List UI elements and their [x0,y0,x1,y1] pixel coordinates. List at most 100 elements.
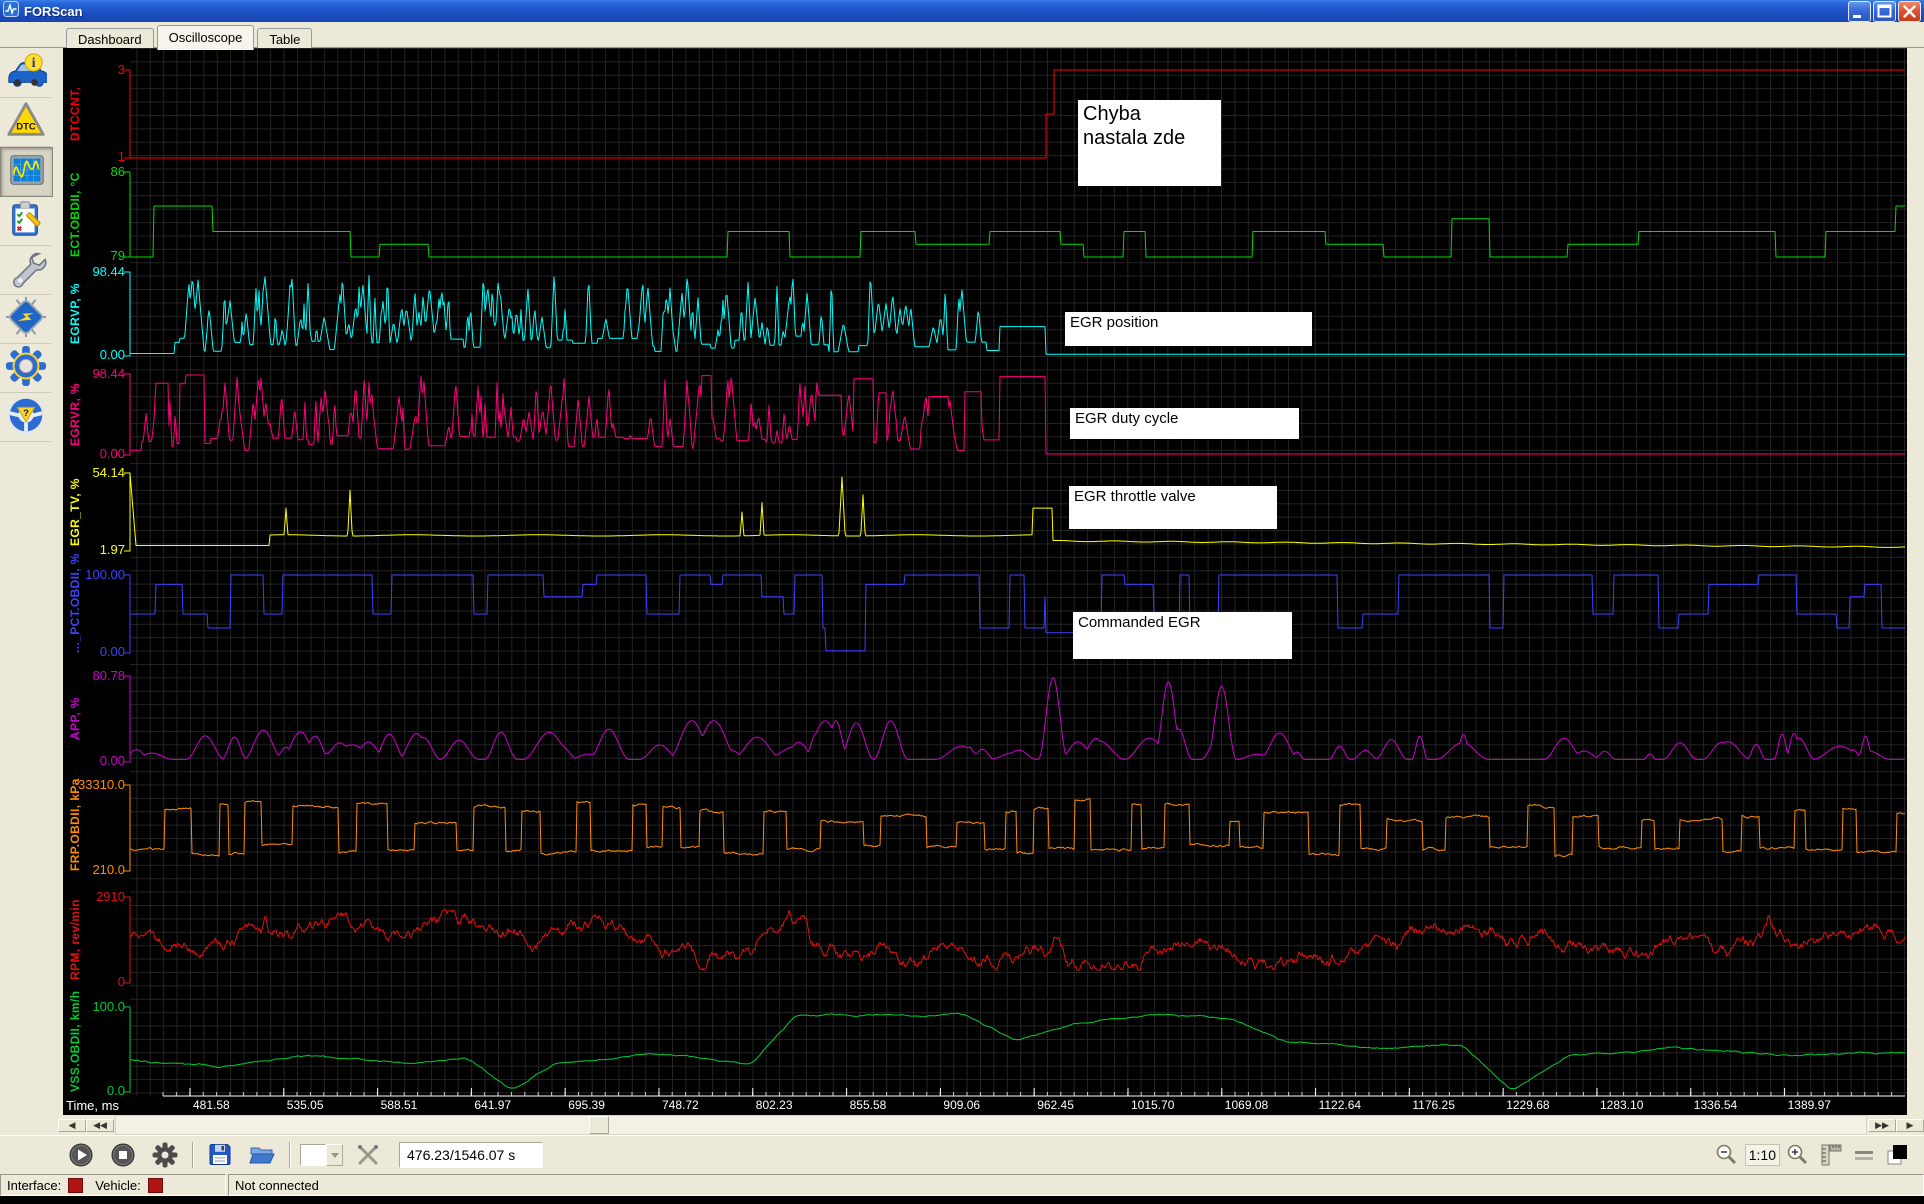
marker-combo[interactable] [300,1144,343,1166]
minimize-button[interactable] [1848,1,1871,22]
channel-scale-max: 80.78 [63,668,125,683]
zoom-ratio-label: 1:10 [1745,1144,1780,1166]
annotation-box[interactable]: Chyba nastala zde [1078,100,1221,186]
channel-name-label: EGRVR, % [65,374,85,455]
toolbar-separator [289,1142,290,1168]
channel-scale-min: 79 [63,248,125,263]
scroll-right-button-0[interactable]: ▶▶ [1868,1119,1896,1132]
toolbar-separator [192,1142,193,1168]
channel-name-label: RPM, rev/min [65,897,85,983]
scroll-left-button-1[interactable]: ◀◀ [86,1119,114,1132]
channel-name-label: EGRVP, % [65,272,85,356]
close-button[interactable] [1898,1,1921,22]
interface-label: Interface: [7,1178,61,1193]
vehicle-label: Vehicle: [95,1178,141,1193]
forscan-window: FORScan DashboardOscilloscopeTable i DTC?… [0,0,1924,1204]
fullscreen-button[interactable] [1882,1139,1912,1171]
annotation-box[interactable]: EGR throttle valve [1069,486,1277,529]
vehicle-indicator [148,1178,163,1193]
channel-scale-min: 210.0 [63,862,125,877]
time-tick-label: 802.23 [756,1098,793,1112]
stop-button[interactable] [102,1139,144,1171]
annotation-box[interactable]: EGR duty cycle [1070,408,1299,439]
sidebar-button-oscilloscope[interactable] [0,147,53,197]
channel-scale-min: 0.00 [63,347,125,362]
sidebar-button-dtc[interactable]: DTC [0,98,51,147]
channel-name-label: APP, % [65,676,85,762]
right-padding [1907,48,1924,1115]
ruler-button[interactable] [1816,1139,1846,1171]
measure-button[interactable] [347,1139,389,1171]
tab-dashboard[interactable]: Dashboard [66,28,154,50]
channel-name-label: ..._PCT.OBDII, % [65,575,85,653]
scroll-right-button-1[interactable]: ▶ [1896,1119,1924,1132]
time-tick-label: 1389.97 [1788,1098,1831,1112]
svg-text:?: ? [23,407,29,418]
play-button[interactable] [60,1139,102,1171]
channel-scale-max: 2910 [63,889,125,904]
sidebar-button-tests[interactable] [0,197,51,246]
channel-scale-min: 0.00 [63,644,125,659]
time-tick-label: 855.58 [850,1098,887,1112]
time-tick-label: 1283.10 [1600,1098,1643,1112]
lines-button[interactable] [1849,1139,1879,1171]
tests-icon [5,198,47,245]
channel-scale-min: 0.0 [63,1083,125,1098]
time-tick-label: 1176.25 [1412,1098,1455,1112]
annotation-box[interactable]: EGR position [1065,312,1312,346]
channel-scale-max: 98.44 [63,264,125,279]
help-icon: ? [5,394,47,441]
sidebar-button-service[interactable] [0,246,51,295]
time-tick-label: 695.39 [568,1098,605,1112]
settings-icon [5,345,47,392]
oscilloscope-toolbar: 476.23/1546.07 s 1:10 [0,1135,1924,1173]
open-button[interactable] [241,1139,283,1171]
svg-text:i: i [31,55,35,70]
sidebar-button-configuration[interactable] [0,295,51,344]
status-bar: Interface: Vehicle: Not connected [0,1173,1924,1196]
channel-scale-min: 1 [63,149,125,164]
configuration-icon [5,296,47,343]
vehicle-info-icon: i [5,50,47,97]
time-tick-label: 1069.08 [1225,1098,1268,1112]
annotation-box[interactable]: Commanded EGR [1073,612,1292,659]
sidebar-button-vehicle-info[interactable]: i [0,49,51,98]
time-tick-label: 909.06 [943,1098,980,1112]
channel-scale-max: 86 [63,164,125,179]
scrollbar-thumb[interactable] [589,1116,609,1134]
oscilloscope-plot[interactable]: Time, ms DTCCNT,31ECT.OBDII, °C8679EGRVP… [63,48,1907,1115]
plot-overlay: Time, ms DTCCNT,31ECT.OBDII, °C8679EGRVP… [63,48,1907,1115]
channel-scale-min: 0.00 [63,753,125,768]
channel-scale-min: 0.00 [63,446,125,461]
sidebar-button-help[interactable]: ? [0,393,51,442]
channel-scale-max: 54.14 [63,465,125,480]
tab-oscilloscope[interactable]: Oscilloscope [157,25,255,50]
dtc-icon: DTC [5,99,47,146]
bottom-strip [0,1196,1924,1204]
channel-name-label: VSS.OBDII, km/h [65,1007,85,1092]
time-tick-label: 748.72 [662,1098,699,1112]
time-tick-label: 588.51 [381,1098,418,1112]
record-settings-button[interactable] [144,1139,186,1171]
horizontal-scrollbar: ◀◀◀ ▶▶▶ [0,1115,1924,1135]
channel-scale-min: 0 [63,974,125,989]
time-tick-label: 1229.68 [1506,1098,1549,1112]
time-readout: 476.23/1546.07 s [399,1142,543,1168]
window-title: FORScan [24,4,1846,19]
zoom-out-button[interactable] [1712,1139,1742,1171]
time-tick-label: 1015.70 [1131,1098,1174,1112]
time-tick-label: 1122.64 [1319,1098,1362,1112]
zoom-in-button[interactable] [1783,1139,1813,1171]
time-tick-label: 962.45 [1037,1098,1074,1112]
chevron-down-icon[interactable] [326,1144,343,1166]
scroll-left-button-0[interactable]: ◀ [58,1119,86,1132]
scrollbar-track[interactable] [115,1115,1867,1135]
title-bar: FORScan [0,0,1924,22]
sidebar-button-settings[interactable] [0,344,51,393]
app-icon [3,1,19,22]
marker-combo-field[interactable] [300,1144,326,1166]
time-axis-label: Time, ms [66,1098,119,1113]
tab-table[interactable]: Table [257,28,312,50]
save-button[interactable] [199,1139,241,1171]
maximize-button[interactable] [1873,1,1896,22]
